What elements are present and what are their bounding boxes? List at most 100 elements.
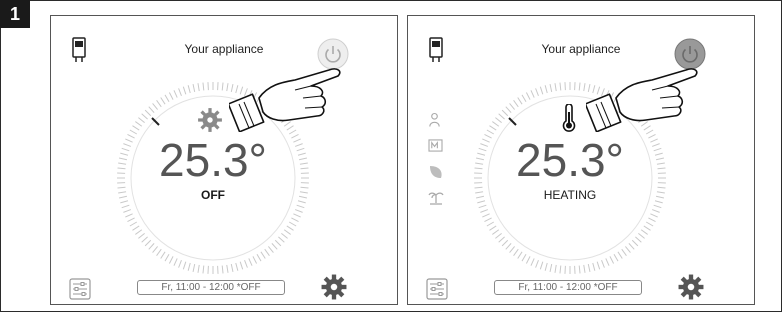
sliders-settings-icon[interactable] [426, 278, 448, 300]
schedule-display[interactable]: Fr, 11:00 - 12:00 *OFF [494, 280, 642, 295]
dial-tick [617, 251, 623, 259]
dial-tick [539, 261, 544, 270]
dial-tick [293, 213, 301, 218]
dial-tick [505, 243, 512, 250]
dial-tick [192, 83, 196, 93]
thermometer-icon [562, 104, 576, 132]
dial-tick [121, 204, 130, 209]
dial-tick [525, 256, 531, 264]
dial-tick [264, 248, 270, 256]
dial-tick [653, 204, 662, 209]
dial-tick [509, 103, 516, 110]
dial-tick [635, 236, 642, 243]
dial-tick [605, 258, 610, 266]
dial-tick [187, 262, 191, 271]
dial-tick [489, 125, 497, 131]
dial-tick [178, 259, 182, 268]
dial-tick [278, 236, 285, 243]
dial-tick [129, 221, 138, 227]
dial-tick [596, 261, 601, 270]
dial-tick [578, 265, 581, 274]
dial-tick [152, 103, 159, 110]
gear-icon[interactable] [321, 274, 347, 300]
dial-tick [288, 221, 297, 227]
dial-tick [192, 263, 196, 273]
dial-tick [156, 100, 162, 108]
sliders-settings-icon[interactable] [69, 278, 91, 300]
dial-tick [173, 258, 178, 266]
dial-tick [638, 232, 645, 239]
dial-tick [592, 262, 596, 271]
mode-status: OFF [201, 188, 225, 202]
dial-tick [221, 82, 224, 91]
dial-tick [489, 225, 497, 231]
dial-tick [486, 221, 495, 227]
dial-tick [197, 83, 200, 92]
dial-tick [160, 251, 166, 259]
dial-tick [554, 83, 557, 92]
dial-tick [643, 225, 651, 231]
dial-tick [230, 263, 234, 273]
dial-tick [202, 265, 205, 274]
dial-tick [125, 213, 133, 218]
dial-tick [650, 213, 658, 218]
settings-cog-icon [198, 108, 222, 132]
dial-tick [256, 253, 262, 262]
dial-tick [640, 229, 648, 235]
dial-tick [498, 113, 505, 120]
dial-tick [525, 92, 531, 100]
dial-tick [609, 256, 615, 264]
person-mode-icon[interactable] [428, 112, 441, 128]
dial-tick [501, 109, 509, 117]
dial-tick [535, 88, 539, 97]
dial-tick [505, 106, 512, 113]
schedule-display[interactable]: Fr, 11:00 - 12:00 *OFF [137, 280, 285, 295]
temperature-readout: 25.3° [516, 134, 624, 186]
dial-tick [274, 239, 282, 247]
dial-tick [148, 243, 155, 250]
dial-tick [152, 246, 159, 253]
dial-tick [583, 83, 586, 92]
dial-tick [127, 217, 135, 223]
dial-tick [168, 92, 174, 100]
dial-tick [492, 229, 500, 235]
pointing-hand-icon [229, 68, 341, 132]
step-number-badge: 1 [0, 0, 30, 28]
dial-tick [148, 106, 155, 113]
dial-tick [517, 251, 523, 259]
dial-tick [182, 261, 187, 270]
dial-tick [267, 246, 274, 253]
dial-tick [296, 204, 305, 209]
dial-tick [530, 258, 535, 266]
appliance-screen-off: Your appliance 25.3° OFF Fr, 11:00 - 12:… [50, 15, 398, 305]
dial-tick [271, 243, 278, 250]
dial-tick [182, 86, 187, 95]
dial-tick [138, 117, 145, 124]
dial-tick [549, 263, 553, 273]
dial-tick [135, 121, 143, 127]
dial-tick [221, 265, 224, 274]
dial-tick [492, 121, 500, 127]
dial-tick [578, 82, 581, 91]
dial-tick [281, 232, 288, 239]
dial-tick [226, 264, 229, 273]
dial-tick [621, 248, 627, 256]
dial-tick [239, 261, 244, 270]
dial-tick [613, 253, 619, 262]
dial-tick [583, 264, 586, 273]
dial-tick [144, 109, 152, 117]
dial-tick [544, 85, 548, 94]
gear-icon[interactable] [678, 274, 704, 300]
dial-tick [549, 83, 553, 93]
dial-tick [132, 225, 140, 231]
dial-tick [294, 209, 303, 213]
dial-tick [248, 258, 253, 266]
dial-tick [160, 97, 166, 105]
pointing-hand-icon [586, 68, 698, 132]
dial-tick [252, 256, 258, 264]
dial-tick [244, 259, 248, 268]
dial-tick [535, 259, 539, 268]
dial-tick [156, 248, 162, 256]
dial-tick [628, 243, 635, 250]
dial-tick [554, 264, 557, 273]
